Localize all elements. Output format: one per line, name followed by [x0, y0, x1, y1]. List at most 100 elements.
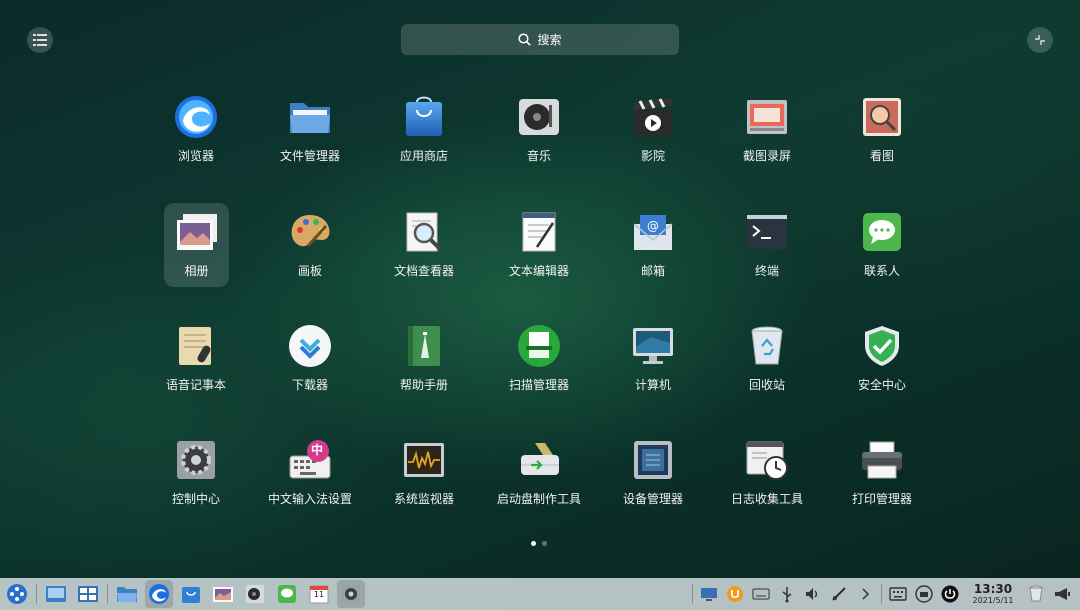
security-shield-icon — [859, 323, 905, 369]
app-control-center[interactable]: 控制中心 — [141, 431, 251, 517]
network-icon — [832, 587, 846, 601]
app-label: 安全中心 — [857, 378, 906, 392]
device-manager-icon — [630, 437, 676, 483]
app-grid: 浏览器 文件管理器 应用商店 音乐 影院 截图录屏 看图 相册 画板 文档查看器… — [0, 0, 1080, 560]
keyboard-icon — [889, 587, 907, 601]
taskbar-contacts[interactable] — [273, 580, 301, 608]
app-boot-maker[interactable]: 启动盘制作工具 — [484, 431, 594, 517]
chevron-right-icon — [862, 588, 870, 600]
input-method-icon: 中 — [287, 437, 333, 483]
app-label: 看图 — [869, 149, 894, 163]
printer-icon — [859, 437, 905, 483]
contacts-icon — [859, 209, 905, 255]
taskbar-calendar[interactable]: 11 — [305, 580, 333, 608]
app-log-collector[interactable]: 日志收集工具 — [712, 431, 822, 517]
screenshot-icon — [744, 94, 790, 140]
app-album[interactable]: 相册 — [164, 203, 229, 287]
app-trash[interactable]: 回收站 — [712, 317, 822, 403]
tray-keyboard[interactable] — [749, 582, 773, 606]
tray-notifications[interactable] — [1050, 582, 1074, 606]
app-contacts[interactable]: 联系人 — [827, 203, 937, 289]
app-store[interactable]: 应用商店 — [369, 88, 479, 174]
app-scanner[interactable]: 扫描管理器 — [484, 317, 594, 403]
browser-icon — [173, 94, 219, 140]
taskbar-multitask-view[interactable] — [74, 580, 102, 608]
tray-usb[interactable] — [775, 582, 799, 606]
app-security-center[interactable]: 安全中心 — [827, 317, 937, 403]
taskbar-music[interactable] — [241, 580, 269, 608]
app-text-editor[interactable]: 文本编辑器 — [484, 203, 594, 289]
trash-icon — [915, 585, 933, 603]
app-system-monitor[interactable]: 系统监视器 — [369, 431, 479, 517]
document-viewer-icon — [401, 209, 447, 255]
launcher-icon — [7, 584, 27, 604]
taskbar-show-desktop[interactable] — [42, 580, 70, 608]
contacts-icon — [278, 585, 296, 603]
app-label: 影院 — [640, 149, 665, 163]
page-indicator — [531, 541, 547, 546]
speaker-icon — [806, 588, 818, 600]
app-label: 画板 — [297, 264, 322, 278]
scanner-icon — [516, 323, 562, 369]
taskbar-app-store[interactable] — [177, 580, 205, 608]
control-center-gear-icon — [173, 437, 219, 483]
app-label: 邮箱 — [640, 264, 665, 278]
tray-power[interactable] — [938, 582, 962, 606]
tray-trash-bin[interactable] — [1024, 582, 1048, 606]
app-image-viewer[interactable]: 看图 — [827, 88, 937, 174]
tray-divider — [692, 584, 693, 604]
app-palette[interactable]: 画板 — [255, 203, 365, 289]
app-downloader[interactable]: 下载器 — [255, 317, 365, 403]
app-label: 终端 — [754, 264, 779, 278]
app-voice-notes[interactable]: 语音记事本 — [141, 317, 251, 403]
album-icon — [213, 587, 233, 602]
taskbar-control-center[interactable] — [337, 580, 365, 608]
app-label: 文件管理器 — [279, 149, 340, 163]
app-label: 下载器 — [291, 378, 328, 392]
app-store-icon — [182, 587, 200, 603]
app-label: 计算机 — [634, 378, 671, 392]
page-dot-2[interactable] — [542, 541, 547, 546]
keyboard-icon — [752, 588, 770, 600]
page-dot-1[interactable] — [531, 541, 536, 546]
tray-onscreen-keyboard[interactable] — [886, 582, 910, 606]
taskbar-divider — [107, 584, 108, 604]
app-help-manual[interactable]: 帮助手册 — [369, 317, 479, 403]
megaphone-icon — [1055, 588, 1070, 600]
palette-icon — [287, 209, 333, 255]
app-movie[interactable]: 影院 — [598, 88, 708, 174]
launcher-button[interactable] — [3, 580, 31, 608]
taskbar-file-manager[interactable] — [113, 580, 141, 608]
album-icon — [174, 209, 220, 255]
app-label: 系统监视器 — [393, 492, 454, 506]
app-screenshot[interactable]: 截图录屏 — [712, 88, 822, 174]
taskbar-album[interactable] — [209, 580, 237, 608]
movie-icon — [630, 94, 676, 140]
app-label: 音乐 — [526, 149, 551, 163]
taskbar-browser[interactable] — [145, 580, 173, 608]
clock[interactable]: 13:30 2021/5/11 — [963, 583, 1023, 605]
app-terminal[interactable]: 终端 — [712, 203, 822, 289]
tray-volume[interactable] — [801, 582, 825, 606]
app-mail[interactable]: @ 邮箱 — [598, 203, 708, 289]
app-label: 应用商店 — [399, 149, 448, 163]
app-document-viewer[interactable]: 文档查看器 — [369, 203, 479, 289]
app-computer[interactable]: 计算机 — [598, 317, 708, 403]
music-icon — [246, 585, 264, 603]
app-label: 文本编辑器 — [508, 264, 569, 278]
app-file-manager[interactable]: 文件管理器 — [255, 88, 365, 174]
tray-screen-recorder[interactable] — [697, 582, 721, 606]
app-label: 设备管理器 — [622, 492, 683, 506]
app-label: 文档查看器 — [393, 264, 454, 278]
app-browser[interactable]: 浏览器 — [141, 88, 251, 174]
tray-update[interactable] — [723, 582, 747, 606]
app-label: 扫描管理器 — [508, 378, 569, 392]
tray-expand[interactable] — [853, 582, 877, 606]
app-device-manager[interactable]: 设备管理器 — [598, 431, 708, 517]
app-printer-manager[interactable]: 打印管理器 — [827, 431, 937, 517]
app-input-method[interactable]: 中 中文输入法设置 — [255, 431, 365, 517]
tray-network[interactable] — [827, 582, 851, 606]
app-music[interactable]: 音乐 — [484, 88, 594, 174]
taskbar-divider — [36, 584, 37, 604]
tray-trash[interactable] — [912, 582, 936, 606]
